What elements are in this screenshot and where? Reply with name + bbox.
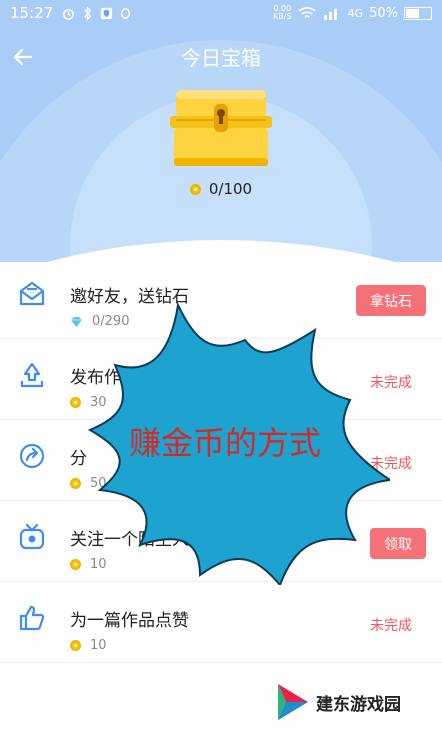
chest-progress: 0/100 (0, 180, 442, 198)
chest-progress-text: 0/100 (208, 180, 253, 198)
battery-icon (404, 6, 432, 20)
task-status: 未完成 (370, 618, 412, 634)
alarm-icon (63, 8, 75, 20)
network-type: 4G (347, 6, 364, 20)
status-time: 15:27 (10, 4, 54, 22)
net-speed-unit: KB/S (273, 12, 292, 21)
status-right: 0.00 KB/S 4G 50% (273, 5, 432, 21)
status-bar: 15:27 0.00 KB/S 4G 50% (0, 0, 442, 26)
watermark: 建东游戏园 (276, 682, 401, 722)
bluetooth-icon (84, 5, 92, 21)
watermark-logo-icon (278, 684, 308, 720)
treasure-chest-icon[interactable] (168, 86, 274, 168)
mail-icon (19, 281, 45, 306)
page-title: 今日宝箱 (181, 46, 261, 70)
shield-icon (101, 7, 113, 19)
watermark-text: 建东游戏园 (316, 694, 401, 715)
overlay-text: 赚金币的方式 (128, 424, 321, 462)
signal-icon (323, 9, 337, 20)
tv-icon (19, 523, 45, 550)
thumbs-up-icon (19, 605, 45, 631)
net-speed: 0.00 KB/S (273, 5, 292, 21)
wifi-icon (298, 7, 316, 18)
task-reward: 10 (70, 638, 107, 653)
battery-percent: 50% (369, 5, 398, 21)
upload-icon (20, 362, 44, 388)
coin-icon (70, 640, 81, 651)
task-item: 为一篇作品点赞 10 未完成 (0, 582, 442, 663)
qq-icon (121, 7, 131, 19)
title-bar: 今日宝箱 (0, 36, 442, 76)
coin-icon (189, 183, 201, 195)
task-name: 为一篇作品点赞 (70, 611, 189, 631)
share-icon (19, 443, 45, 469)
task-reward-value: 10 (90, 638, 107, 653)
